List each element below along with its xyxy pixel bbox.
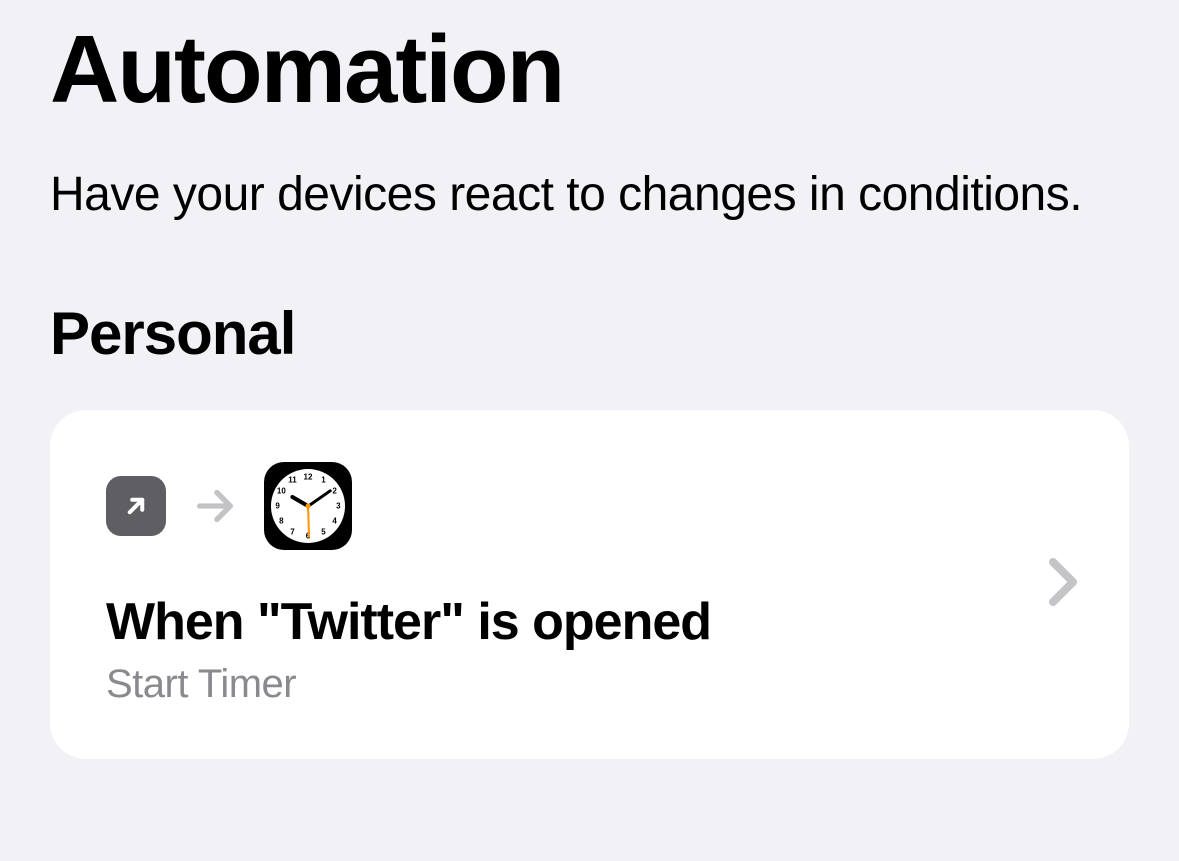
page-title: Automation (50, 20, 1129, 121)
automation-subtitle: Start Timer (106, 662, 711, 707)
automation-content: 12 1 2 3 4 5 6 7 8 9 10 11 (106, 462, 711, 707)
open-app-icon (106, 476, 166, 536)
section-heading-personal: Personal (50, 299, 1129, 368)
automation-row[interactable]: 12 1 2 3 4 5 6 7 8 9 10 11 (50, 410, 1129, 759)
arrow-right-icon (192, 483, 238, 529)
chevron-right-icon (1049, 558, 1077, 611)
automation-icon-row: 12 1 2 3 4 5 6 7 8 9 10 11 (106, 462, 711, 550)
automation-title: When "Twitter" is opened (106, 592, 711, 652)
page-subtitle: Have your devices react to changes in co… (50, 163, 1129, 227)
clock-icon: 12 1 2 3 4 5 6 7 8 9 10 11 (264, 462, 352, 550)
